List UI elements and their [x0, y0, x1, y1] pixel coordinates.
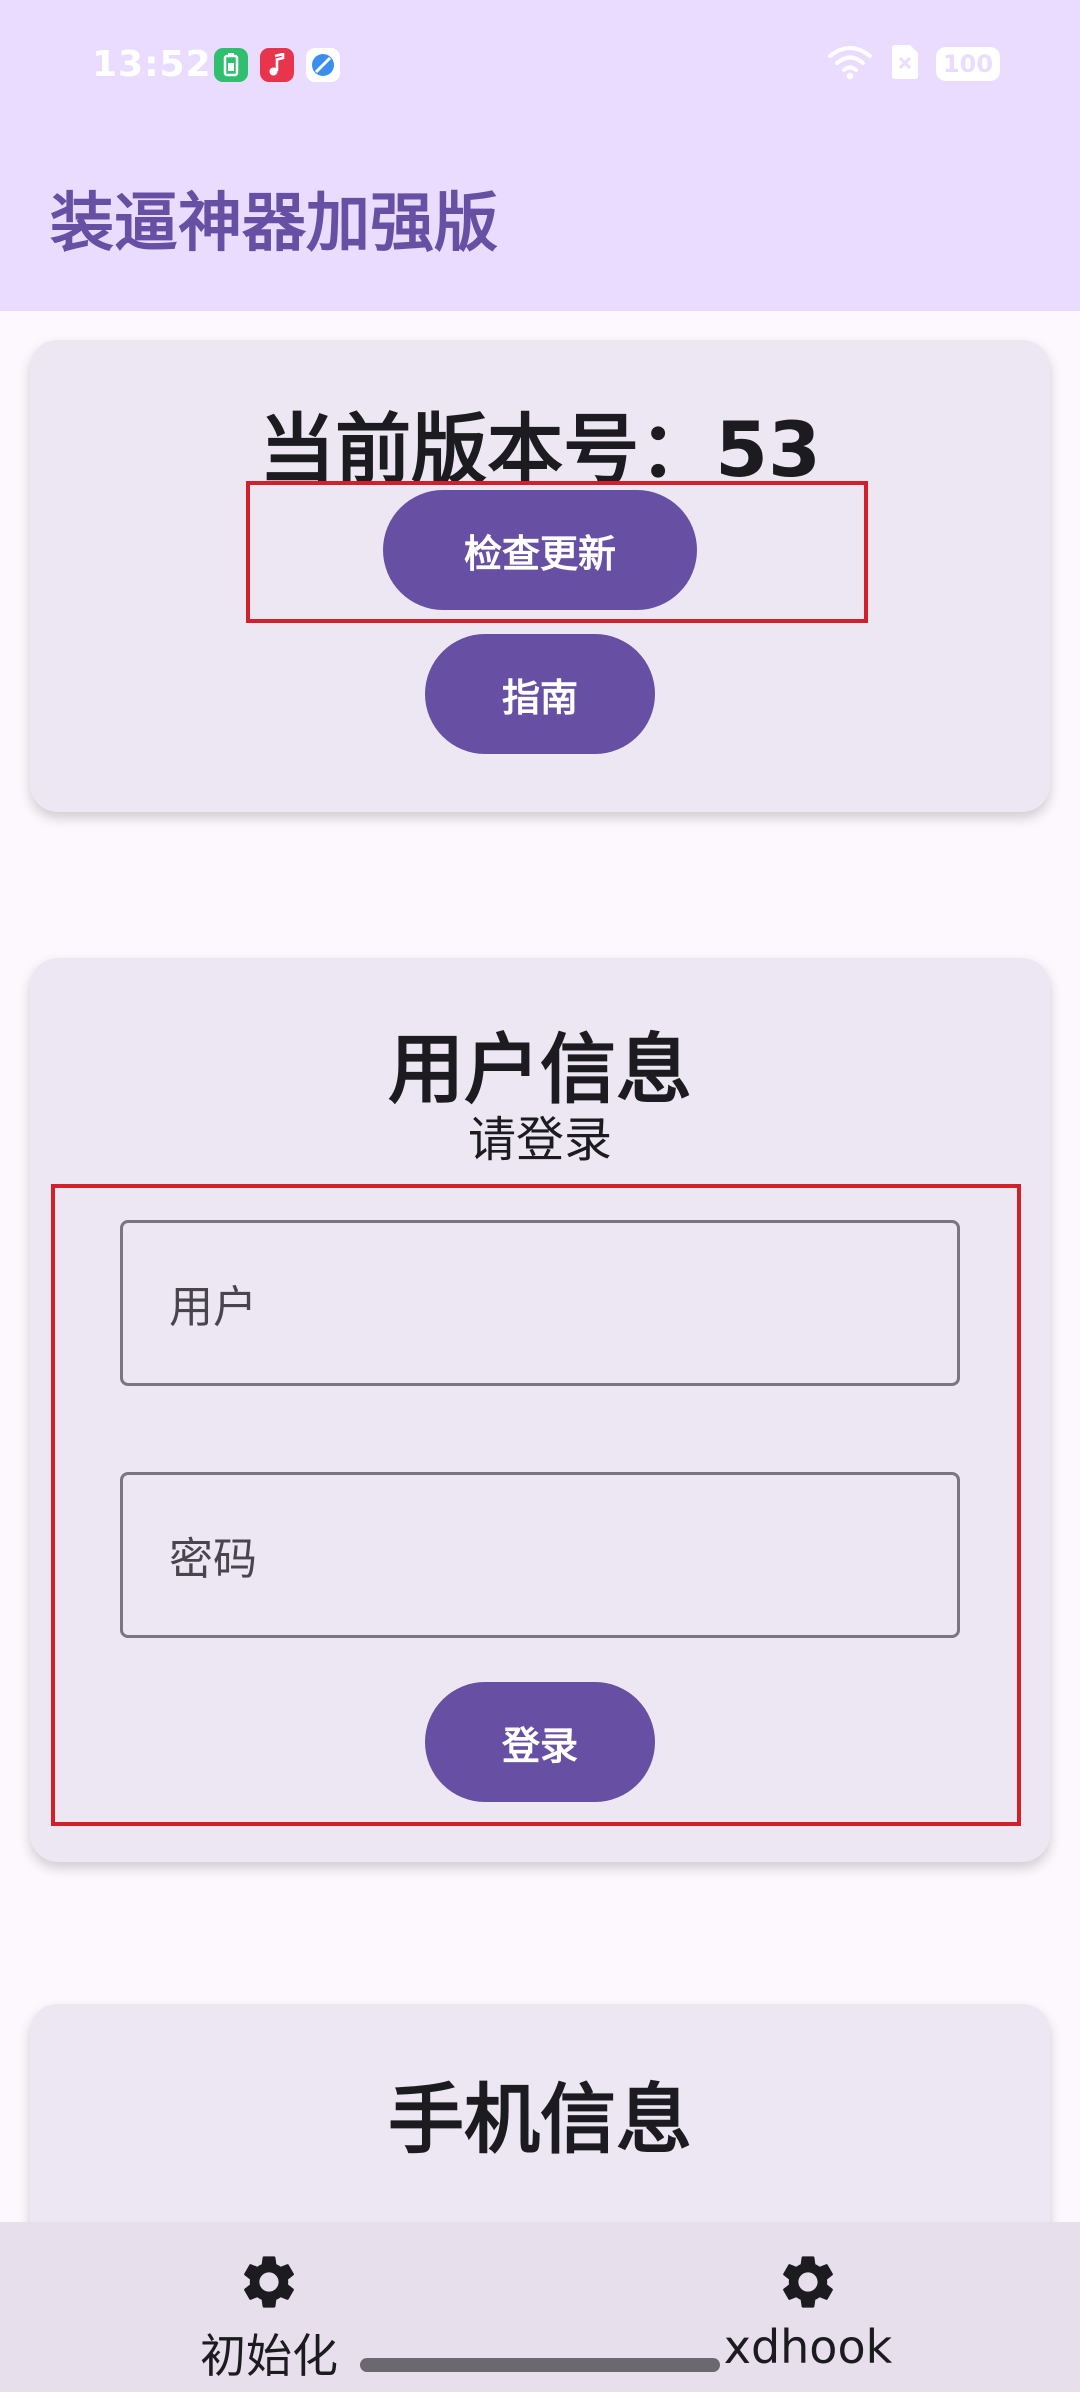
username-placeholder: 用户 — [169, 1282, 257, 1333]
music-app-icon — [260, 48, 294, 82]
password-placeholder: 密码 — [169, 1534, 257, 1585]
sim-icon — [890, 44, 920, 84]
status-notification-icons — [214, 48, 340, 82]
login-prompt: 请登录 — [467, 1112, 612, 1168]
phone-info-title: 手机信息 — [388, 2075, 692, 2164]
gear-icon — [237, 2250, 301, 2318]
guide-button[interactable]: 指南 — [425, 634, 655, 754]
battery-indicator: 100 — [936, 47, 1000, 81]
check-update-button[interactable]: 检查更新 — [383, 490, 697, 610]
battery-saver-app-icon — [214, 48, 248, 82]
wifi-icon — [826, 44, 874, 84]
app-title: 装逼神器加强版 — [50, 187, 498, 261]
gesture-handle[interactable] — [360, 2358, 720, 2372]
nav-label-xdhook: xdhook — [723, 2320, 893, 2374]
nav-item-xdhook[interactable]: xdhook — [658, 2250, 958, 2374]
password-field[interactable]: 密码 — [120, 1472, 960, 1638]
nav-label-init: 初始化 — [200, 2329, 338, 2383]
user-info-card: 用户信息 请登录 用户 密码 登录 — [30, 958, 1050, 1862]
browser-app-icon — [306, 48, 340, 82]
top-app-bar: 13:52 100 装逼神器加强版 — [0, 0, 1080, 311]
status-time: 13:52 — [92, 44, 212, 85]
username-field[interactable]: 用户 — [120, 1220, 960, 1386]
version-card: 当前版本号：53 检查更新 指南 — [30, 340, 1050, 812]
login-button[interactable]: 登录 — [425, 1682, 655, 1802]
gear-icon — [776, 2250, 840, 2318]
status-system-icons: 100 — [826, 44, 1000, 84]
